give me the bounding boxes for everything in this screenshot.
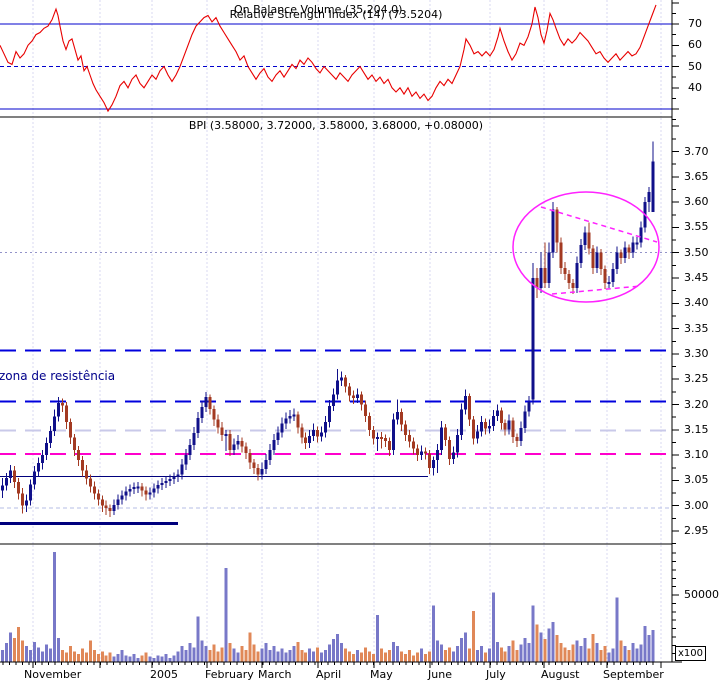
chart-canvas	[0, 0, 682, 668]
month-label: May	[370, 668, 393, 681]
price-axis-label: 2.95	[684, 524, 709, 537]
price-axis-label: 3.45	[684, 271, 709, 284]
month-label: February	[205, 668, 254, 681]
month-label: 2005	[150, 668, 178, 681]
price-axis-label: 3.65	[684, 169, 709, 183]
rsi-axis-label: 60	[688, 38, 702, 52]
month-label: April	[316, 668, 342, 681]
price-axis-label: 3.70	[684, 144, 709, 158]
chart-application-window: Relative Strength Index (14) (73.5204) O…	[0, 0, 724, 685]
price-axis-label: 3.15	[684, 422, 709, 436]
month-label: March	[258, 668, 292, 681]
rsi-axis-label: 70	[688, 17, 702, 30]
price-axis-label: 3.05	[684, 473, 709, 487]
resistance-zone-annotation: zona de resistência	[0, 369, 116, 383]
price-axis-label: 3.40	[684, 296, 709, 310]
month-label: July	[486, 668, 506, 681]
price-axis-label: 3.50	[684, 245, 709, 259]
price-axis-label: 3.10	[684, 448, 709, 462]
price-panel-title: BPI (3.58000, 3.72000, 3.58000, 3.68000,…	[188, 119, 484, 132]
price-axis-label: 3.55	[684, 220, 709, 234]
rsi-axis-label: 50	[688, 59, 702, 73]
price-axis-label: 3.30	[684, 346, 709, 360]
price-axis-label: 3.35	[684, 321, 709, 335]
month-label: September	[603, 668, 664, 681]
rsi-axis-label: 40	[688, 80, 702, 94]
month-label: November	[24, 668, 82, 681]
rsi-panel-title: Relative Strength Index (14) (73.5204) O…	[0, 3, 672, 21]
obv-title-text: On Balance Volume (35,204.0)	[234, 3, 403, 16]
price-axis-label: 3.25	[684, 372, 709, 386]
month-label: August	[541, 668, 580, 681]
price-axis-label: 3.60	[684, 195, 709, 209]
price-axis-label: 3.20	[684, 397, 709, 411]
volume-unit-badge: x100	[675, 646, 707, 661]
volume-axis-label: 50000	[684, 588, 719, 601]
month-label: June	[428, 668, 452, 681]
price-axis-label: 3.00	[684, 498, 709, 512]
